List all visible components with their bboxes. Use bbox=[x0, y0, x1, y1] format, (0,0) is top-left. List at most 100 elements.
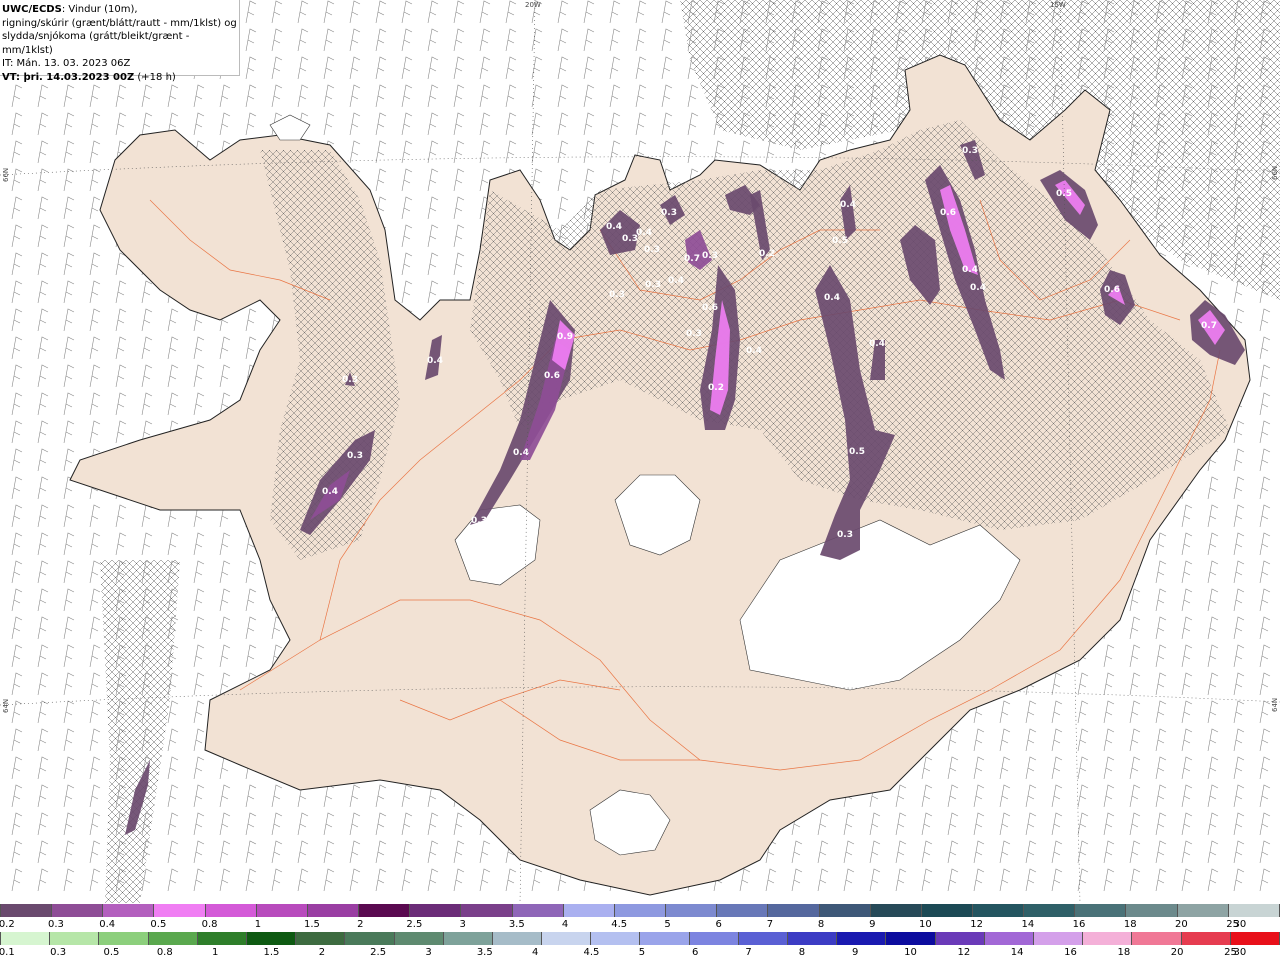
colorbar-swatch bbox=[154, 904, 206, 917]
colorbar-tick-label: 0.3 bbox=[48, 919, 64, 930]
colorbar-tick-label: 30 bbox=[1233, 919, 1247, 930]
colorbar-swatch bbox=[103, 904, 155, 917]
colorbar-swatch bbox=[197, 932, 247, 945]
colorbar-swatch bbox=[52, 904, 104, 917]
precip-contour-label: 0.2 bbox=[708, 383, 724, 393]
colorbar-swatch bbox=[443, 932, 493, 945]
colorbar-swatch bbox=[246, 932, 297, 945]
colorbar-tick-label: 8 bbox=[798, 947, 806, 958]
precip-contour-label: 0.3 bbox=[962, 146, 978, 156]
colorbar-swatch bbox=[345, 932, 395, 945]
precip-contour-label: 0.4 bbox=[322, 487, 338, 497]
colorbar-tick-label: 14 bbox=[1010, 947, 1024, 958]
colorbar-swatch bbox=[50, 932, 100, 945]
colorbar-swatch bbox=[1024, 904, 1076, 917]
colorbar-swatch bbox=[788, 932, 838, 945]
colorbar-swatch bbox=[1228, 904, 1280, 917]
colorbar-tick-label: 0.1 bbox=[0, 947, 15, 958]
colorbar-tick-label: 0.8 bbox=[201, 919, 218, 930]
precip-contour-label: 0.5 bbox=[832, 236, 848, 246]
colorbar-tick-label: 14 bbox=[1021, 919, 1035, 930]
precip-contour-label: 0.6 bbox=[1104, 285, 1120, 295]
precip-contour-label: 0.5 bbox=[849, 447, 865, 457]
colorbar-tick-label: 4.5 bbox=[583, 947, 600, 958]
map-info-box: UWC/ECDS: Vindur (10m), rigning/skúrir (… bbox=[0, 0, 240, 83]
colorbar-tick-label: 0.3 bbox=[50, 947, 67, 958]
colorbar-snow bbox=[0, 904, 1280, 917]
colorbar-swatch bbox=[640, 932, 690, 945]
colorbar-tick-label: 0.8 bbox=[156, 947, 173, 958]
precip-contour-label: 0.6 bbox=[544, 371, 560, 381]
graticule-label-right-64n: 64N bbox=[1271, 697, 1279, 712]
precip-contour-label: 0.9 bbox=[557, 332, 573, 342]
precip-contour-label: 0.4 bbox=[970, 283, 986, 293]
colorbar-tick-label: 3.5 bbox=[476, 947, 493, 958]
colorbar-tick-label: 2.5 bbox=[370, 947, 387, 958]
precip-contour-label: 0.4 bbox=[840, 200, 856, 210]
precip-contour-label: 0.3 bbox=[347, 451, 363, 461]
init-time: IT: Mán. 13. 03. 2023 06Z bbox=[2, 58, 131, 69]
colorbar-swatch bbox=[1181, 932, 1231, 945]
colorbar-swatch bbox=[1083, 932, 1133, 945]
precip-contour-label: 0.3 bbox=[342, 375, 358, 385]
info-line-3: slydda/snjókoma (grátt/bleikt/grænt - mm… bbox=[2, 31, 190, 56]
precip-contour-label: 0.4 bbox=[824, 293, 840, 303]
colorbar-swatch bbox=[837, 932, 887, 945]
colorbar-swatch bbox=[886, 932, 936, 945]
graticule-label-left-64n: 64N bbox=[2, 698, 10, 713]
precip-contour-label: 0.3 bbox=[837, 530, 853, 540]
colorbar-swatch bbox=[1177, 904, 1229, 917]
colorbar-tick-label: 1 bbox=[212, 947, 219, 958]
colorbar-tick-label: 1.5 bbox=[304, 919, 320, 930]
colorbar-tick-label: 16 bbox=[1072, 919, 1086, 930]
colorbar-swatch bbox=[99, 932, 149, 945]
colorbar-tick-label: 30 bbox=[1233, 947, 1247, 958]
colorbar-swatch bbox=[984, 932, 1034, 945]
colorbar-swatch bbox=[512, 904, 564, 917]
colorbar-tick-label: 0.2 bbox=[0, 919, 15, 930]
colorbar-swatch bbox=[410, 904, 462, 917]
precip-contour-label: 0.5 bbox=[1056, 189, 1072, 199]
colorbar-tick-label: 3 bbox=[459, 919, 466, 930]
precip-contour-label: 0.3 bbox=[471, 516, 487, 526]
colorbar-tick-label: 4 bbox=[561, 919, 569, 930]
colorbar-swatch bbox=[1075, 904, 1127, 917]
colorbar-tick-label: 12 bbox=[957, 947, 971, 958]
colorbar-tick-label: 9 bbox=[852, 947, 859, 958]
colorbar-tick-label: 20 bbox=[1170, 947, 1184, 958]
colorbar-swatch bbox=[359, 904, 411, 917]
colorbar-swatch bbox=[461, 904, 513, 917]
colorbar-swatch bbox=[972, 904, 1025, 917]
precip-contour-label: 0.3 bbox=[644, 245, 660, 255]
precip-contour-label: 0.3 bbox=[661, 208, 677, 218]
colorbar-tick-label: 5 bbox=[638, 947, 646, 958]
precip-contour-label: 0.7 bbox=[1201, 321, 1217, 331]
colorbar-swatch bbox=[1132, 932, 1182, 945]
colorbar-swatch bbox=[492, 932, 543, 945]
forecast-step: (+18 h) bbox=[137, 71, 176, 83]
colorbar-swatch bbox=[256, 904, 308, 917]
colorbar-swatch bbox=[819, 904, 871, 917]
info-line-1: UWC/ECDS: Vindur (10m), bbox=[2, 3, 239, 17]
info-line-2: rigning/skúrir (grænt/blátt/rautt - mm/1… bbox=[2, 17, 237, 29]
colorbar-tick-label: 2 bbox=[318, 947, 326, 958]
valid-time-value: : þri. 14.03.2023 00Z bbox=[16, 71, 135, 83]
valid-time-line: VT: þri. 14.03.2023 00Z (+18 h) bbox=[2, 71, 239, 85]
model-source: UWC/ECDS bbox=[2, 4, 62, 15]
colorbar-swatch bbox=[296, 932, 346, 945]
colorbar-swatch bbox=[591, 932, 641, 945]
colorbar-tick-label: 6 bbox=[715, 919, 722, 930]
colorbar-tick-label: 5 bbox=[664, 919, 671, 930]
colorbar-swatch bbox=[1126, 904, 1178, 917]
colorbar-tick-label: 0.4 bbox=[99, 919, 116, 930]
colorbar-swatch bbox=[666, 904, 718, 917]
colorbar-swatch bbox=[307, 904, 360, 917]
field-description: : Vindur (10m), bbox=[61, 4, 138, 15]
weather-map: 0.4 0.3 0.4 0.3 0.4 0.3 0.4 0.3 0.9 0.6 0.4 0.3 0.3 0… bbox=[0, 0, 1280, 904]
colorbar-swatch bbox=[148, 932, 198, 945]
graticule-label-15w: 15W bbox=[1050, 1, 1066, 9]
graticule-label-right-66n: 66N bbox=[1271, 165, 1279, 180]
precip-contour-label: 0.4 bbox=[668, 276, 684, 286]
colorbar-tick-label: 3.5 bbox=[508, 919, 525, 930]
colorbar-tick-label: 18 bbox=[1123, 919, 1137, 930]
